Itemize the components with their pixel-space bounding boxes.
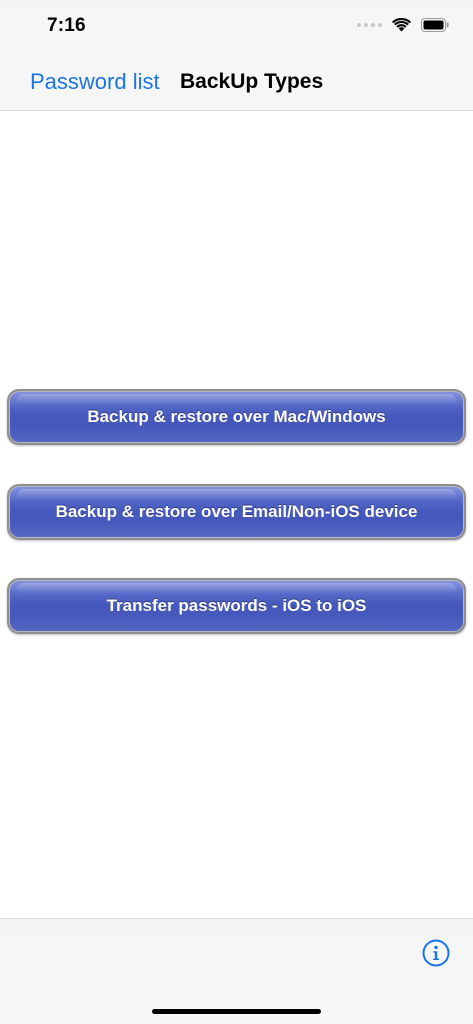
status-bar: 7:16 — [0, 0, 473, 52]
status-time: 7:16 — [47, 15, 86, 36]
cellular-signal-icon — [357, 23, 382, 27]
button-label: Backup & restore over Mac/Windows — [87, 407, 386, 426]
button-label: Transfer passwords - iOS to iOS — [106, 596, 367, 615]
backup-mac-windows-button[interactable]: Backup & restore over Mac/Windows — [7, 389, 466, 445]
transfer-ios-button[interactable]: Transfer passwords - iOS to iOS — [7, 578, 466, 634]
top-bar: 7:16 Password list BackUp Types — [0, 0, 473, 111]
back-button[interactable]: Password list — [30, 69, 160, 95]
backup-email-button[interactable]: Backup & restore over Email/Non-iOS devi… — [7, 484, 466, 540]
battery-icon — [421, 18, 449, 32]
wifi-icon — [392, 18, 411, 32]
bottom-toolbar — [0, 918, 473, 1024]
navigation-bar: Password list BackUp Types — [0, 56, 473, 111]
info-icon[interactable] — [422, 939, 450, 967]
button-label: Backup & restore over Email/Non-iOS devi… — [55, 502, 418, 521]
page-title: BackUp Types — [180, 70, 324, 93]
status-indicators — [357, 17, 449, 33]
home-indicator — [152, 1009, 321, 1014]
